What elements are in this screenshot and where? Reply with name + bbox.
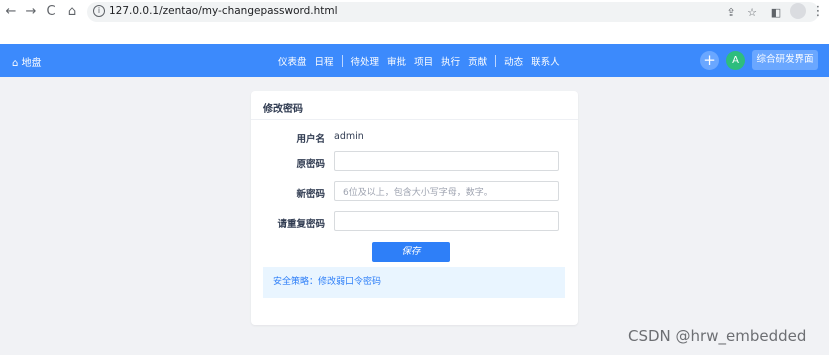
old-password-field[interactable] — [334, 151, 559, 171]
user-avatar[interactable]: A — [726, 51, 745, 70]
nav-divider — [495, 55, 497, 67]
security-tip: 安全策略：修改弱口令密码 — [263, 267, 565, 298]
info-icon[interactable]: i — [93, 5, 105, 17]
panel-title: 修改密码 — [263, 104, 303, 115]
address-bar[interactable]: i 127.0.0.1/zentao/my-changepassword.htm… — [87, 2, 819, 22]
nav-item-todo[interactable]: 待处理 — [351, 54, 380, 68]
nav-item-execution[interactable]: 执行 — [441, 54, 460, 68]
nav-item-contribution[interactable]: 贡献 — [468, 54, 487, 68]
nav-item-dashboard[interactable]: 仪表盘 — [278, 54, 307, 68]
back-icon[interactable]: ← — [3, 4, 19, 20]
new-password-field[interactable]: 6位及以上，包含大小写字母，数字。 — [334, 181, 559, 201]
home-icon[interactable]: ⌂ — [64, 4, 80, 20]
plus-icon[interactable]: + — [700, 51, 719, 70]
reload-icon[interactable]: C — [43, 4, 59, 20]
browser-toolbar: ← → C ⌂ i 127.0.0.1/zentao/my-changepass… — [0, 0, 829, 44]
star-icon[interactable]: ☆ — [745, 6, 759, 20]
main-nav: 仪表盘 日程 待处理 审批 项目 执行 贡献 动态 联系人 — [278, 54, 568, 68]
nav-item-contacts[interactable]: 联系人 — [531, 54, 560, 68]
repeat-password-field[interactable] — [334, 211, 559, 231]
switch-interface-button[interactable]: 综合研发界面 — [752, 50, 818, 70]
sidepanel-icon[interactable]: ◧ — [769, 6, 783, 20]
new-password-label: 新密码 — [296, 189, 325, 200]
home-label: 地盘 — [21, 58, 42, 69]
username-value: admin — [334, 131, 364, 142]
panel-divider — [251, 119, 578, 120]
nav-divider — [341, 55, 343, 67]
repeat-password-label: 请重复密码 — [277, 219, 325, 230]
profile-avatar-icon[interactable] — [790, 3, 806, 19]
forward-icon[interactable]: → — [23, 4, 39, 20]
share-icon[interactable]: ⇪ — [724, 6, 738, 20]
url-text[interactable]: 127.0.0.1/zentao/my-changepassword.html — [109, 5, 338, 17]
nav-item-review[interactable]: 审批 — [387, 54, 406, 68]
house-icon: ⌂ — [12, 58, 19, 69]
nav-item-project[interactable]: 项目 — [414, 54, 433, 68]
watermark: CSDN @hrw_embedded — [628, 327, 807, 345]
old-password-label: 原密码 — [296, 159, 325, 170]
change-password-panel: 修改密码 用户名 admin 原密码 新密码 6位及以上，包含大小写字母，数字。… — [251, 91, 578, 325]
menu-icon[interactable]: ⋮ — [810, 4, 826, 20]
nav-item-dynamic[interactable]: 动态 — [504, 54, 523, 68]
nav-item-calendar[interactable]: 日程 — [315, 54, 334, 68]
save-button[interactable]: 保存 — [372, 242, 450, 262]
app-header: ⌂ 地盘 仪表盘 日程 待处理 审批 项目 执行 贡献 动态 联系人 + A 综合研发界面 — [0, 44, 829, 77]
home-link[interactable]: ⌂ 地盘 — [12, 54, 42, 69]
username-label: 用户名 — [296, 134, 325, 145]
